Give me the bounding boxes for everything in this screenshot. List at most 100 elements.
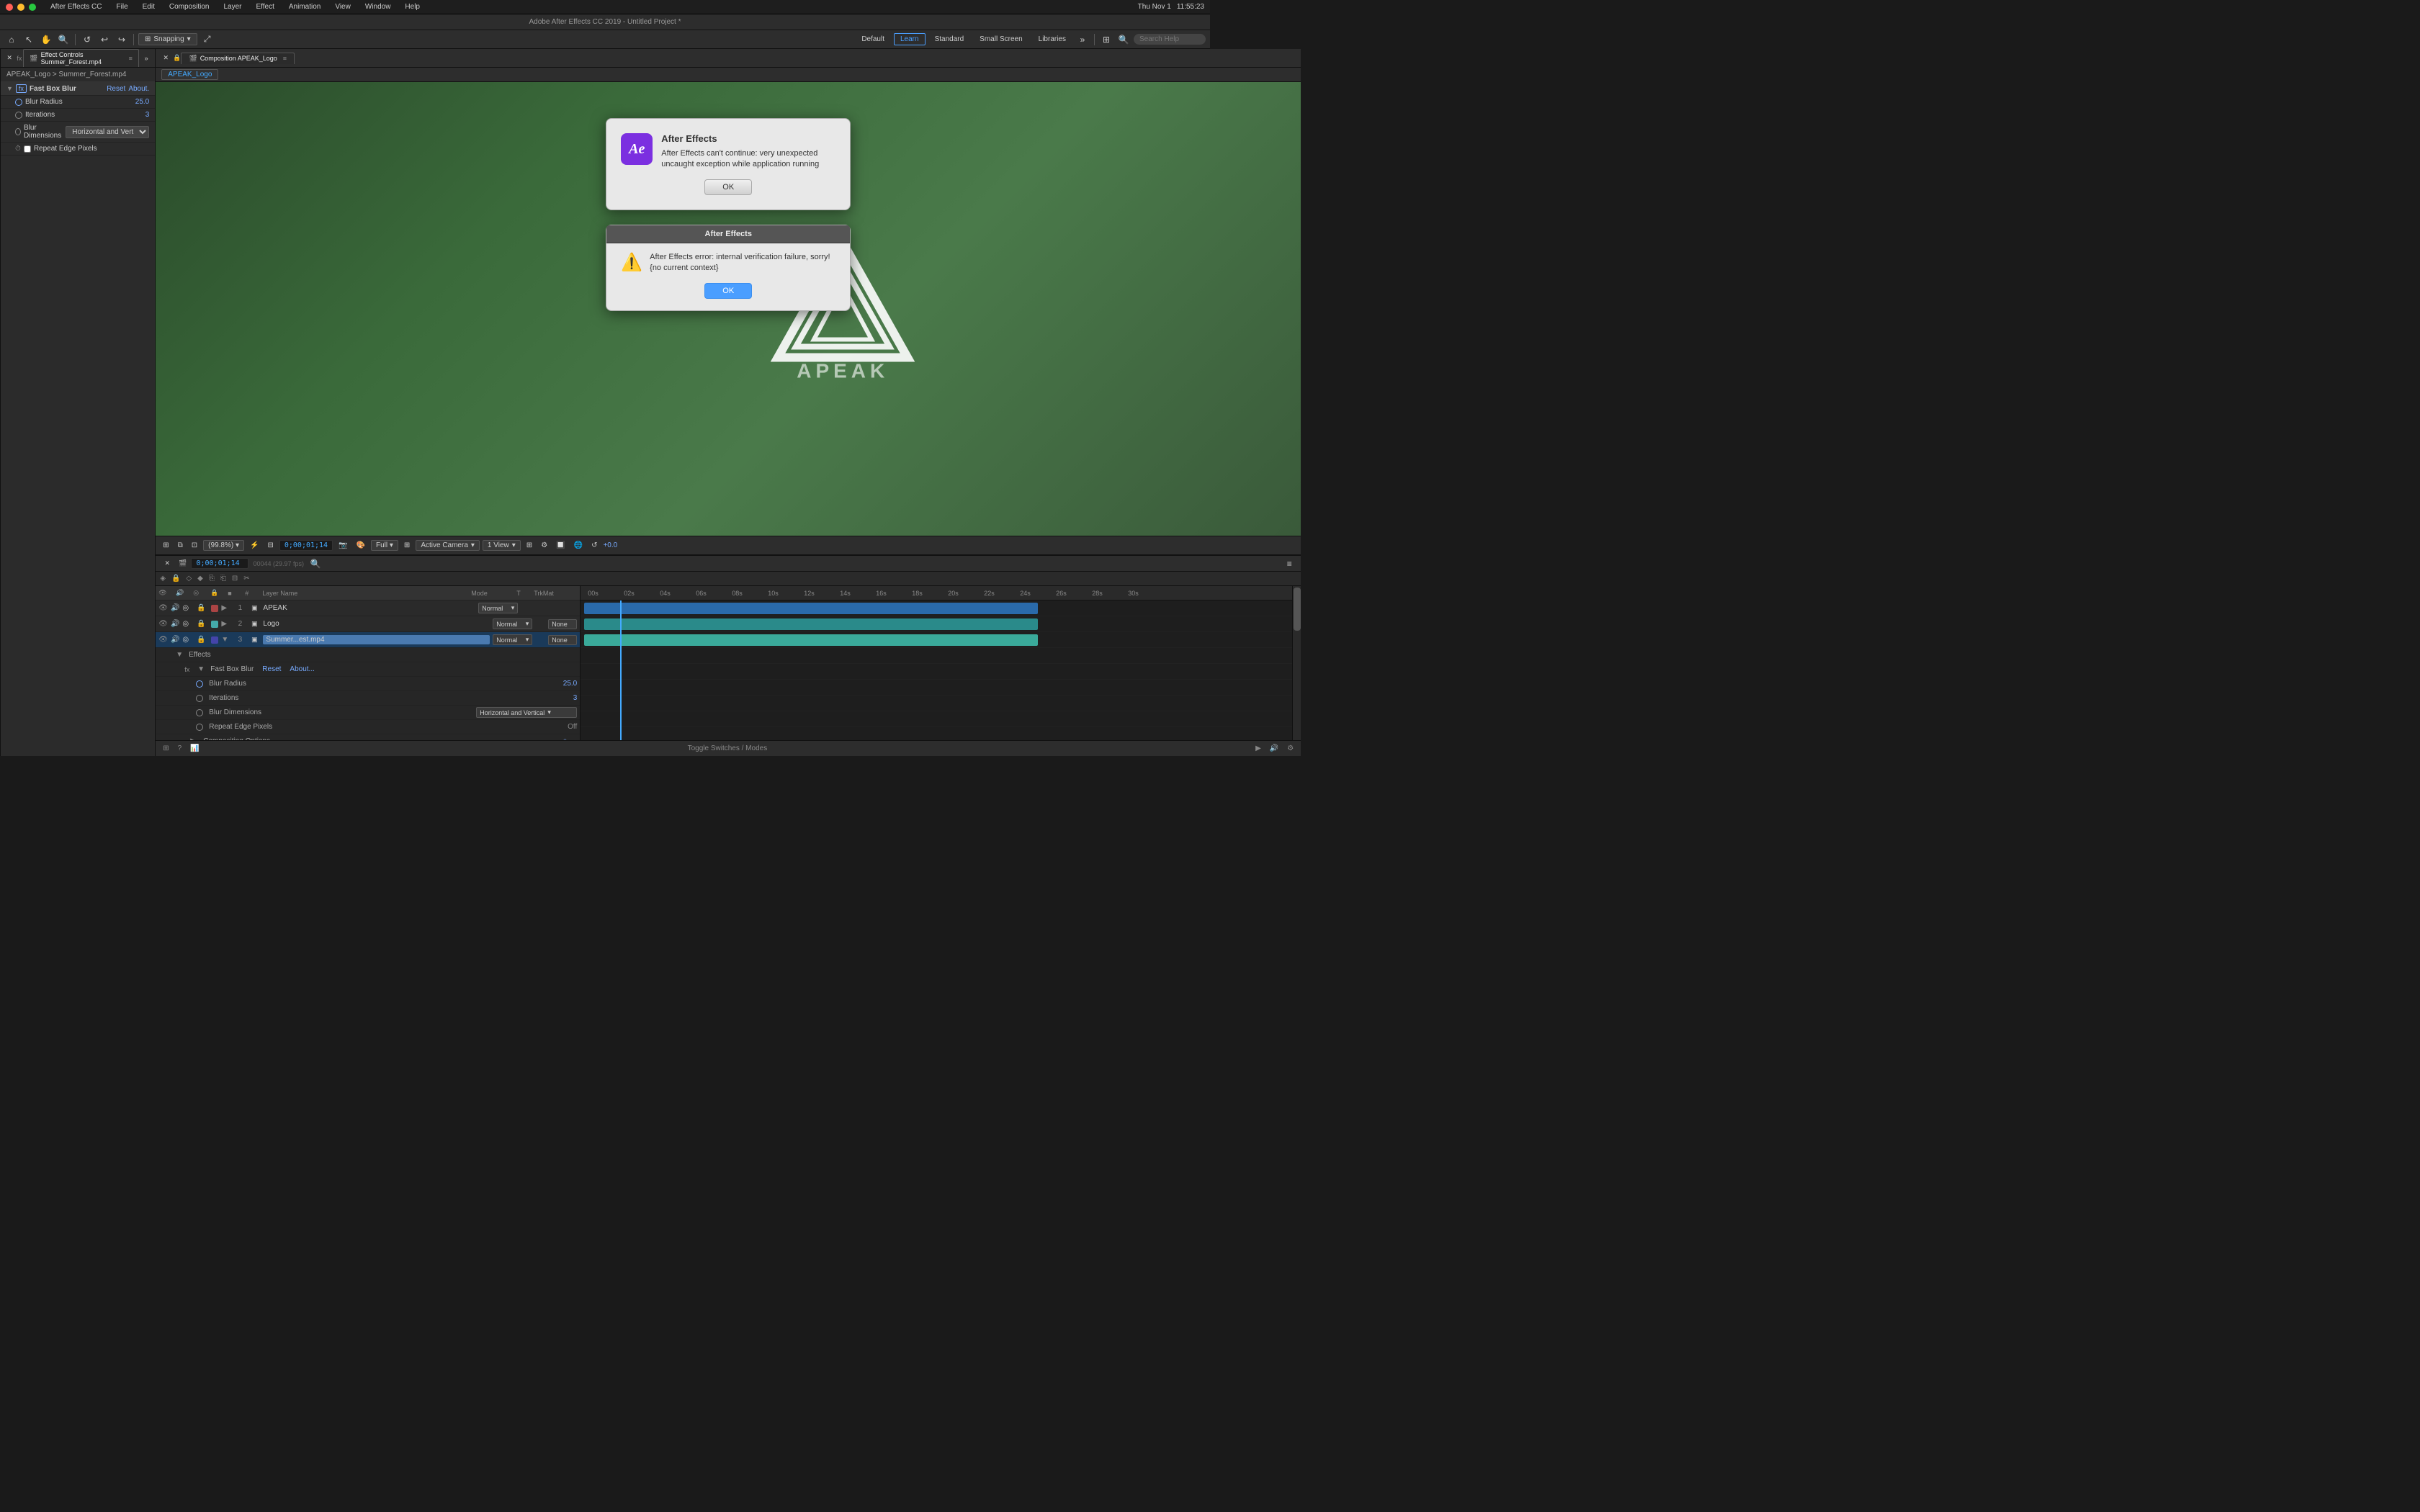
timeline-audio-btn[interactable]: 🔊	[1268, 744, 1280, 752]
playhead[interactable]	[620, 600, 622, 740]
expand-effects[interactable]: ▼	[176, 651, 186, 659]
panel-options[interactable]: ⊞	[1099, 32, 1113, 47]
mode-3[interactable]: Normal ▾	[493, 634, 532, 645]
apeak-logo-tab[interactable]: APEAK_Logo	[161, 69, 218, 80]
expand-1[interactable]: ▶	[221, 604, 231, 612]
audio-icon-3[interactable]: 🔊	[171, 636, 179, 644]
timeline-playback-btn[interactable]: ▶	[1254, 744, 1263, 752]
search-btn[interactable]: 🔍	[1116, 32, 1131, 47]
mode-1[interactable]: Normal ▾	[478, 603, 518, 613]
region-of-interest-btn[interactable]: ⊞	[160, 540, 171, 551]
comp-tab-menu[interactable]: ≡	[283, 55, 287, 62]
zoom-level-display[interactable]: (99.8%) ▾	[203, 540, 244, 551]
close-comp-btn[interactable]: ✕	[158, 51, 173, 66]
select-tool[interactable]: ↖	[22, 32, 36, 47]
view-select[interactable]: 1 View ▾	[483, 540, 521, 551]
menu-layer[interactable]: Layer	[220, 3, 244, 11]
more-workspaces[interactable]: »	[1075, 32, 1090, 47]
copy-btn[interactable]: ⎘	[207, 575, 216, 582]
expand-fbb[interactable]: ▼	[197, 665, 207, 673]
menu-view[interactable]: View	[332, 3, 354, 11]
add-to-render-btn[interactable]: ⊞	[161, 744, 170, 752]
timeline-scrollbar[interactable]	[1292, 586, 1301, 740]
track-bar-1[interactable]	[584, 603, 1038, 614]
lock-1[interactable]: 🔒	[197, 604, 208, 612]
iterations-value[interactable]: 3	[145, 111, 150, 119]
trkmat-2[interactable]: None	[548, 619, 577, 629]
dialog-box-1[interactable]: Ae After Effects After Effects can't con…	[606, 118, 851, 210]
menu-help[interactable]: Help	[402, 3, 423, 11]
repeat-edge-checkbox[interactable]	[24, 145, 31, 153]
solo-btn[interactable]: ◈	[158, 575, 167, 582]
color-btn[interactable]: 🎨	[354, 540, 368, 551]
search-timeline-btn[interactable]: 🔍	[308, 557, 323, 571]
maximize-btn[interactable]	[29, 4, 36, 11]
fbb-about-btn[interactable]: About...	[290, 665, 314, 673]
layer-row-1[interactable]: 👁 🔊 ◎ 🔒 ▶ 1 ▣ APEAK Normal ▾	[156, 600, 580, 616]
visibility-icon-3[interactable]: 👁	[158, 636, 168, 644]
dialog2-ok-button[interactable]: OK	[704, 283, 752, 299]
menu-animation[interactable]: Animation	[286, 3, 323, 11]
redo-btn[interactable]: ↪	[115, 32, 129, 47]
workspace-standard[interactable]: Standard	[928, 33, 971, 45]
track-bar-2[interactable]	[584, 618, 1038, 630]
solo-3[interactable]: ◎	[182, 636, 194, 644]
help-btn[interactable]: ?	[176, 744, 184, 752]
workspace-libraries[interactable]: Libraries	[1032, 33, 1072, 45]
menu-composition[interactable]: Composition	[166, 3, 212, 11]
snapshot-btn[interactable]: 📷	[336, 540, 350, 551]
menu-file[interactable]: File	[114, 3, 131, 11]
timeline-time-input[interactable]: 0;00;01;14	[191, 558, 248, 569]
blur-radius-tl-value[interactable]: 25.0	[563, 680, 577, 688]
search-help-input[interactable]	[1134, 34, 1206, 45]
expand-3[interactable]: ▼	[221, 636, 231, 644]
hand-tool[interactable]: ✋	[39, 32, 53, 47]
blur-dim-tl-select[interactable]: Horizontal and Vertical ▾	[476, 707, 577, 718]
fbb-reset-btn[interactable]: Reset	[262, 665, 281, 673]
blur-dimensions-select[interactable]: Horizontal and Vert	[66, 126, 149, 138]
mode-2[interactable]: Normal ▾	[493, 618, 532, 629]
paste-btn[interactable]: ⎗	[219, 575, 228, 582]
pixel-aspect-btn[interactable]: ⊡	[189, 540, 200, 551]
zoom-tool[interactable]: 🔍	[56, 32, 71, 47]
trkmat-3[interactable]: None	[548, 635, 577, 645]
resolution-btn[interactable]: ⊟	[264, 540, 276, 551]
audio-icon-1[interactable]: 🔊	[171, 604, 179, 612]
minimize-btn[interactable]	[17, 4, 24, 11]
snapping-btn[interactable]: ⊞ Snapping ▾	[138, 33, 197, 45]
camera-select[interactable]: Active Camera ▾	[416, 540, 480, 551]
layer-row-3[interactable]: 👁 🔊 ◎ 🔒 ▼ 3 ▣ Summer...est.mp4 Normal ▾ …	[156, 632, 580, 648]
menu-window[interactable]: Window	[362, 3, 394, 11]
visibility-icon-2[interactable]: 👁	[158, 620, 168, 628]
effect-about-btn[interactable]: About.	[128, 85, 149, 93]
transparency-btn[interactable]: ⧉	[175, 540, 186, 551]
expand-panel[interactable]: »	[140, 51, 152, 66]
track-bar-3[interactable]	[584, 634, 1038, 646]
home-tool[interactable]: ⌂	[4, 32, 19, 47]
lock-2[interactable]: 🔒	[197, 620, 208, 628]
menu-effect[interactable]: Effect	[253, 3, 277, 11]
close-panel-btn[interactable]: ✕	[4, 51, 15, 66]
scrollbar-thumb[interactable]	[1294, 588, 1301, 631]
expand-2[interactable]: ▶	[221, 620, 231, 628]
solo-1[interactable]: ◎	[182, 604, 194, 612]
renderer-btn[interactable]: ⚙	[538, 540, 550, 551]
visibility-icon-1[interactable]: 👁	[158, 604, 168, 612]
solo-2[interactable]: ◎	[182, 620, 194, 628]
quality-select[interactable]: Full ▾	[371, 540, 398, 551]
toggle-btn[interactable]: ⊞	[401, 540, 413, 551]
workspace-small-screen[interactable]: Small Screen	[973, 33, 1028, 45]
audio-icon-2[interactable]: 🔊	[171, 620, 179, 628]
trim-btn[interactable]: ✂	[242, 575, 251, 582]
expand-arrow[interactable]: ▼	[6, 85, 13, 92]
lock-3[interactable]: 🔒	[197, 636, 208, 644]
workspace-learn[interactable]: Learn	[894, 33, 926, 45]
blur-radius-value[interactable]: 25.0	[135, 98, 149, 106]
add-marker-btn[interactable]: ◇	[184, 575, 193, 582]
effect-reset-btn[interactable]: Reset	[107, 85, 125, 93]
toggle-switches-label[interactable]: Toggle Switches / Modes	[207, 744, 1248, 752]
undo-btn[interactable]: ↩	[97, 32, 112, 47]
menu-after-effects[interactable]: After Effects CC	[48, 3, 105, 11]
composition-tab[interactable]: 🎬 Composition APEAK_Logo ≡	[181, 53, 295, 64]
fast-preview-btn[interactable]: ⚡	[247, 540, 261, 551]
